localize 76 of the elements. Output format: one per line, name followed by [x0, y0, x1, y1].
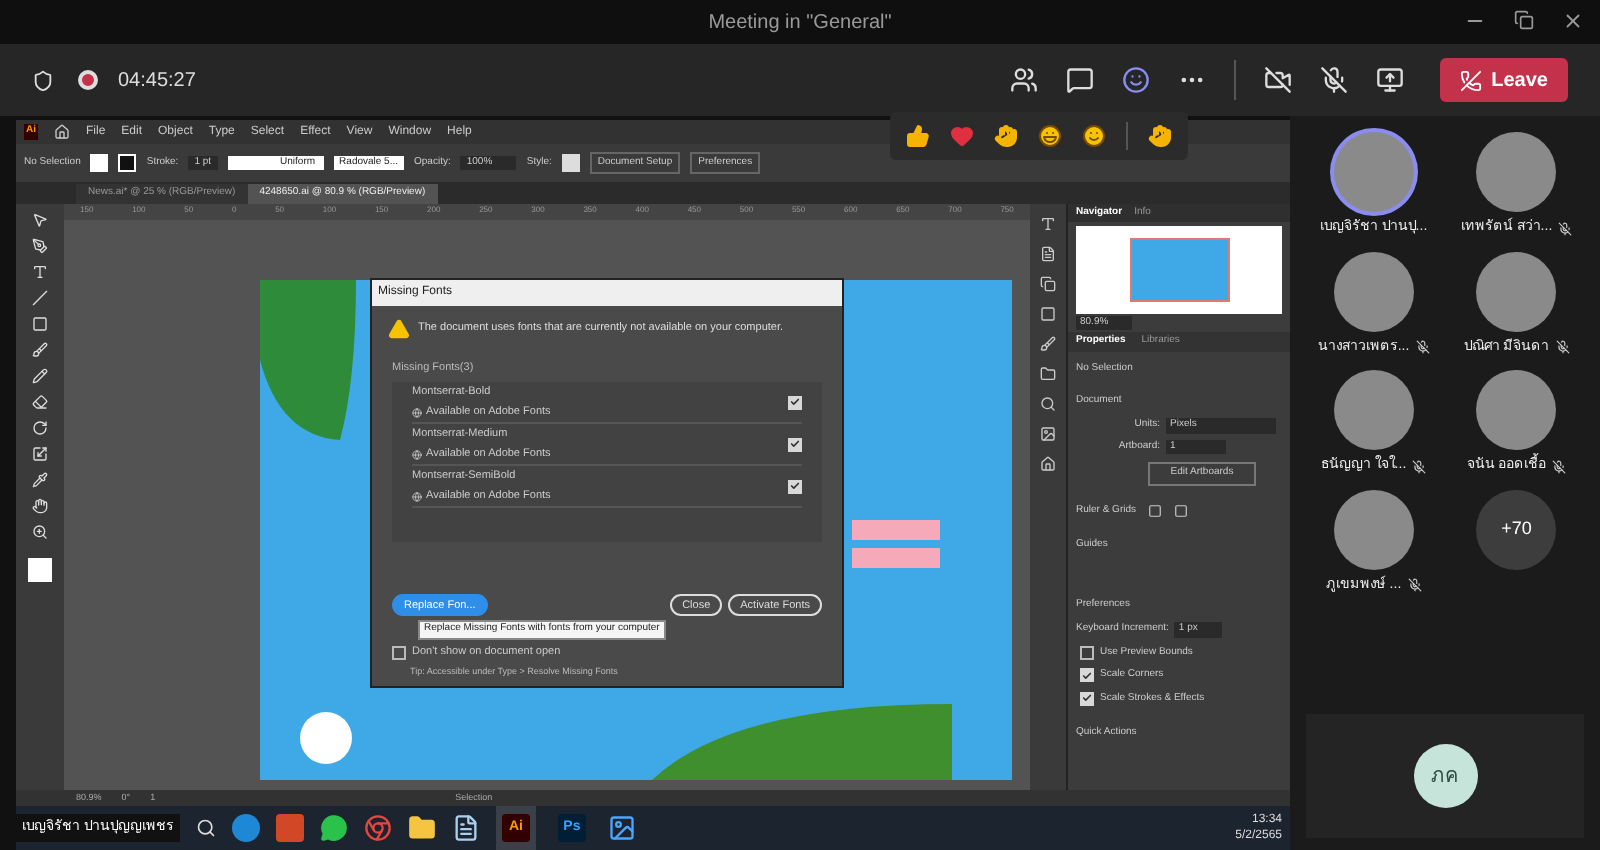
phone-icon	[1459, 69, 1482, 91]
brush-icon[interactable]	[32, 342, 48, 358]
stroke-swatch[interactable]	[118, 154, 137, 172]
pencil-icon[interactable]	[32, 368, 48, 384]
font-checkbox[interactable]	[788, 395, 802, 410]
restore-icon[interactable]	[1514, 10, 1534, 30]
scale-icon[interactable]	[32, 446, 48, 462]
panel-icon[interactable]	[1040, 366, 1056, 382]
warning-icon	[388, 318, 410, 340]
line-icon[interactable]	[32, 290, 48, 306]
label-block	[852, 520, 940, 540]
panel-icon[interactable]	[1040, 396, 1056, 412]
share-screen-icon[interactable]	[1375, 66, 1404, 94]
search-icon[interactable]	[195, 818, 216, 838]
browser-icon[interactable]	[231, 814, 260, 842]
browser-icon[interactable]	[363, 814, 392, 842]
panel-icon[interactable]	[1040, 456, 1056, 472]
heart-icon[interactable]	[950, 124, 974, 148]
meeting-timer: 04:45:27	[118, 67, 196, 95]
camera-off-icon[interactable]	[1263, 66, 1292, 94]
fill-swatch[interactable]	[90, 154, 109, 172]
raise-hand-icon[interactable]	[1148, 124, 1172, 148]
zoom-icon[interactable]	[32, 524, 48, 540]
participant-avatar[interactable]	[1333, 251, 1414, 331]
notepad-icon[interactable]	[451, 814, 480, 842]
eyedropper-icon[interactable]	[32, 472, 48, 488]
globe-icon	[412, 491, 422, 502]
photos-icon[interactable]	[607, 814, 636, 842]
participants-icon[interactable]	[1009, 66, 1038, 94]
participant-avatar[interactable]	[1476, 132, 1557, 212]
panel-icon[interactable]	[1040, 276, 1056, 292]
eraser-icon[interactable]	[32, 394, 48, 410]
window-title: Meeting in "General"	[708, 9, 892, 37]
chat-icon[interactable]	[1065, 66, 1094, 94]
close-icon[interactable]	[1562, 10, 1584, 32]
hand-icon[interactable]	[32, 498, 48, 514]
shield-icon	[32, 69, 54, 91]
home-icon[interactable]	[54, 124, 70, 140]
mic-off-icon[interactable]	[1319, 66, 1348, 94]
panel-icon[interactable]	[1040, 426, 1056, 442]
globe-icon	[412, 449, 422, 460]
artboard-thumbnail	[1129, 238, 1229, 302]
panel-icon[interactable]	[1040, 216, 1056, 232]
laughing-face-icon[interactable]	[1038, 124, 1062, 148]
self-avatar: ภค	[1413, 744, 1477, 808]
participant-avatar[interactable]	[1476, 251, 1557, 331]
reactions-icon[interactable]	[1121, 66, 1150, 94]
globe-icon	[412, 407, 422, 418]
participant-avatar[interactable]	[1333, 489, 1414, 569]
more-participants-badge[interactable]: +70	[1476, 489, 1557, 569]
font-checkbox[interactable]	[788, 437, 802, 452]
panel-icon[interactable]	[1040, 246, 1056, 262]
slides-app-icon[interactable]	[275, 814, 304, 842]
participant-avatar[interactable]	[1333, 132, 1414, 212]
participant-avatar[interactable]	[1476, 370, 1557, 450]
panel-icon[interactable]	[1040, 306, 1056, 322]
thumbs-up-icon[interactable]	[906, 124, 930, 148]
label-block	[852, 548, 940, 568]
flower-drawing	[300, 712, 352, 764]
leave-button[interactable]: Leave	[1439, 58, 1568, 102]
participant-avatar[interactable]	[1333, 370, 1414, 450]
checkbox[interactable]	[1080, 691, 1094, 706]
pointer-icon[interactable]	[32, 212, 48, 228]
rectangle-icon[interactable]	[32, 316, 48, 332]
font-checkbox[interactable]	[788, 479, 802, 494]
checkbox[interactable]	[1080, 645, 1094, 660]
style-swatch[interactable]	[561, 154, 580, 172]
folder-icon[interactable]	[407, 814, 436, 842]
fill-swatch[interactable]	[28, 558, 52, 582]
pen-icon[interactable]	[32, 238, 48, 254]
rotate-icon[interactable]	[32, 420, 48, 436]
checkbox[interactable]	[1080, 668, 1094, 683]
panel-icon[interactable]	[1040, 336, 1056, 352]
chat-app-icon[interactable]	[319, 814, 348, 842]
checkbox[interactable]	[392, 645, 406, 660]
type-icon[interactable]	[32, 264, 48, 280]
